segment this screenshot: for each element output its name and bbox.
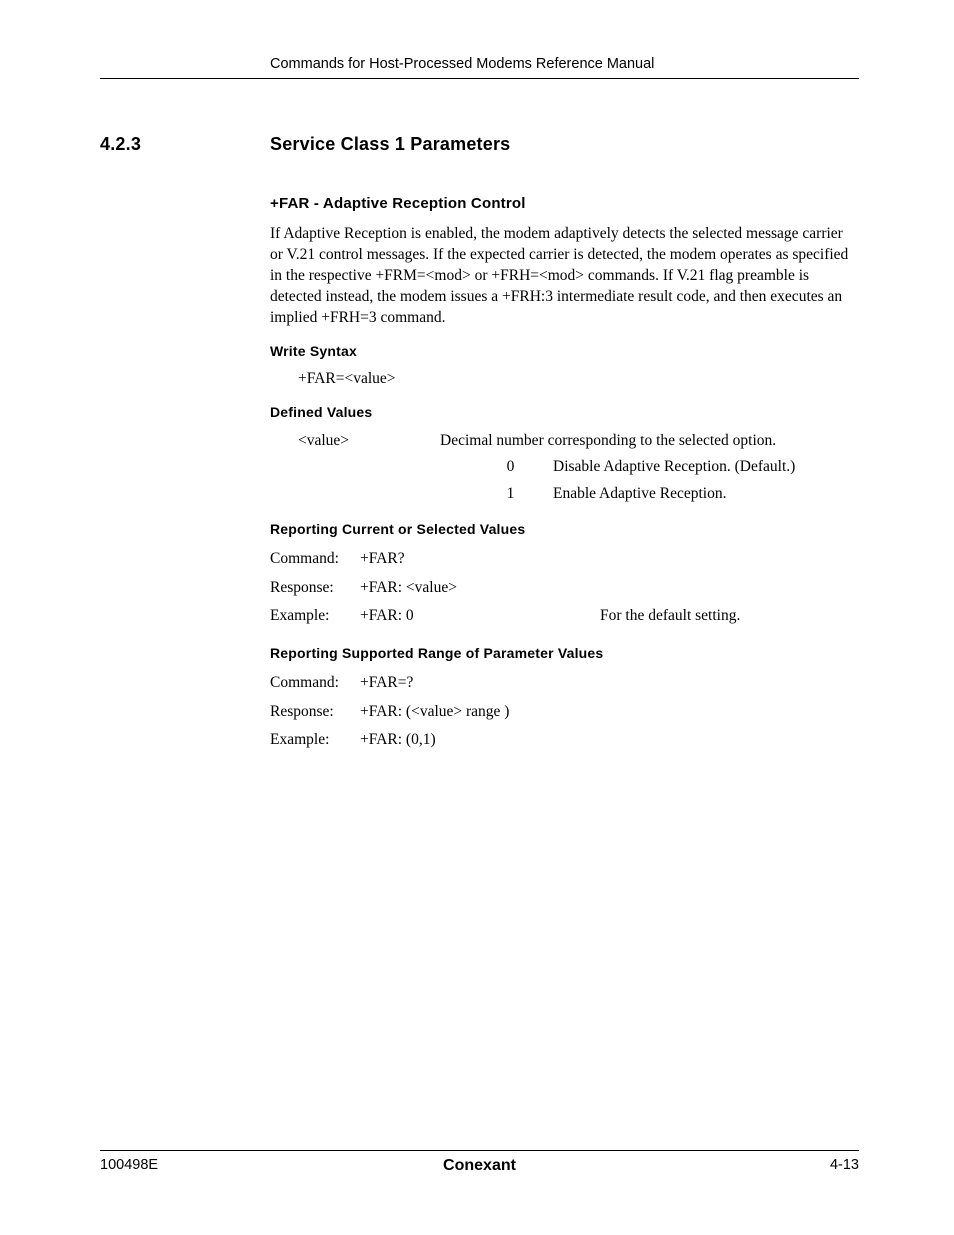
cmd-note [600,726,859,755]
reporting-range-row: Command: +FAR=? [270,669,859,698]
footer-page-number: 4-13 [830,1157,859,1173]
defined-values-option-row: 1 Enable Adaptive Reception. [270,481,859,507]
defined-values-option-row: 0 Disable Adaptive Reception. (Default.) [270,454,859,480]
page-footer: 100498E Conexant 4-13 [100,1150,859,1173]
reporting-range-heading: Reporting Supported Range of Parameter V… [270,645,859,661]
cmd-label: Command: [270,669,360,698]
reporting-current-row: Command: +FAR? [270,545,859,574]
subsection-paragraph: If Adaptive Reception is enabled, the mo… [270,224,859,329]
cmd-note: For the default setting. [600,602,859,631]
cmd-value: +FAR: (<value> range ) [360,698,600,727]
cmd-label: Response: [270,574,360,603]
cmd-note [600,669,859,698]
cmd-value: +FAR=? [360,669,600,698]
cmd-note [600,698,859,727]
cmd-value: +FAR: 0 [360,602,600,631]
reporting-current-row: Example: +FAR: 0 For the default setting… [270,602,859,631]
cmd-label: Example: [270,602,360,631]
write-syntax-heading: Write Syntax [270,343,859,359]
footer-doc-id: 100498E [100,1157,158,1173]
defined-values-option-text: Disable Adaptive Reception. (Default.) [553,454,859,480]
defined-values-desc: Decimal number corresponding to the sele… [440,428,859,454]
defined-values-label: <value> [270,428,440,454]
running-header: Commands for Host-Processed Modems Refer… [100,56,859,79]
defined-values-option-text: Enable Adaptive Reception. [553,481,859,507]
cmd-label: Example: [270,726,360,755]
footer-brand: Conexant [100,1157,859,1175]
defined-values-heading: Defined Values [270,404,859,420]
section-number: 4.2.3 [100,134,270,155]
defined-values-option-num: 0 [468,454,553,480]
reporting-range-row: Response: +FAR: (<value> range ) [270,698,859,727]
write-syntax-value: +FAR=<value> [270,367,859,390]
cmd-value: +FAR: <value> [360,574,600,603]
reporting-current-row: Response: +FAR: <value> [270,574,859,603]
cmd-note [600,574,859,603]
subsection-heading-far: +FAR - Adaptive Reception Control [270,195,859,212]
section-title: Service Class 1 Parameters [270,134,510,155]
reporting-current-heading: Reporting Current or Selected Values [270,521,859,537]
cmd-value: +FAR? [360,545,600,574]
cmd-note [600,545,859,574]
reporting-range-row: Example: +FAR: (0,1) [270,726,859,755]
cmd-label: Response: [270,698,360,727]
defined-values-option-num: 1 [468,481,553,507]
cmd-value: +FAR: (0,1) [360,726,600,755]
cmd-label: Command: [270,545,360,574]
